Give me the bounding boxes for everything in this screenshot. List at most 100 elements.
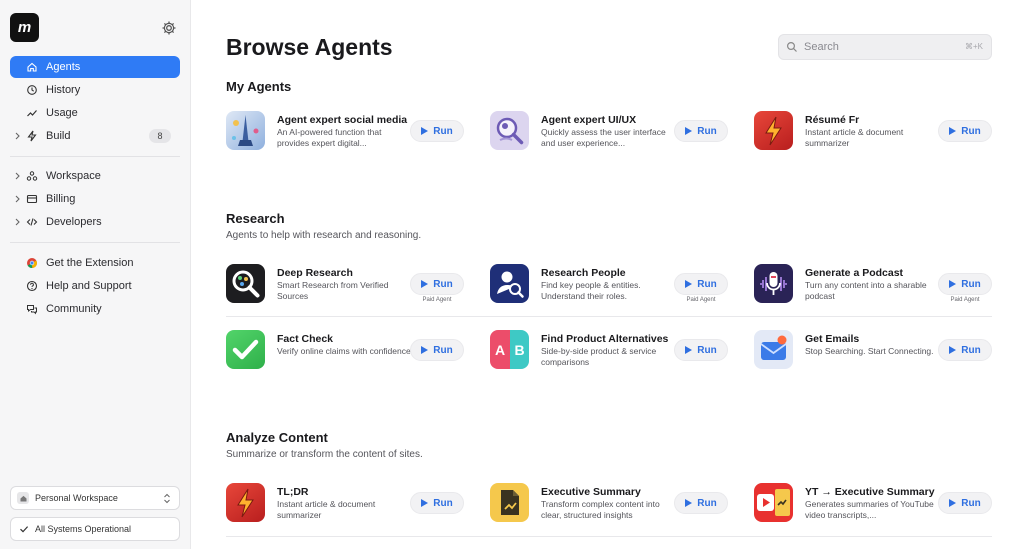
eiffel-tower-icon	[226, 111, 265, 150]
agent-card-podcast[interactable]: Generate a Podcast Turn any content into…	[754, 264, 992, 306]
run-label: Run	[697, 278, 717, 290]
play-icon	[685, 280, 693, 288]
play-icon	[949, 127, 957, 135]
sidebar-item-label: Build	[46, 130, 71, 142]
agent-card-emails[interactable]: Get Emails Stop Searching. Start Connect…	[754, 330, 992, 372]
house-icon	[17, 492, 29, 504]
person-search-icon	[490, 264, 529, 303]
agent-card-deep-research[interactable]: Deep Research Smart Research from Verifi…	[226, 264, 464, 306]
sidebar-item-build[interactable]: Build 8	[10, 125, 180, 147]
run-button[interactable]: Run	[674, 339, 728, 361]
youtube-document-icon	[754, 483, 793, 522]
agent-card-tldr[interactable]: TL;DR Instant article & document summari…	[226, 483, 464, 525]
app-logo[interactable]: m	[10, 13, 39, 42]
run-button[interactable]: Run	[410, 273, 464, 295]
agent-description: Turn any content into a sharable podcast	[805, 280, 927, 301]
people-icon	[26, 170, 38, 182]
search-input[interactable]: Search ⌘+K	[778, 34, 992, 60]
chevron-right-icon[interactable]	[13, 170, 23, 182]
agent-name: Agent expert social media	[277, 114, 408, 126]
paid-agent-label: Paid Agent	[950, 297, 980, 303]
run-label: Run	[433, 278, 453, 290]
sidebar-item-extension[interactable]: Get the Extension	[10, 252, 180, 274]
workspace-select[interactable]: Personal Workspace	[10, 486, 180, 510]
home-icon	[26, 61, 38, 73]
run-label: Run	[433, 344, 453, 356]
sidebar-item-label: Developers	[46, 216, 102, 228]
agent-description: Smart Research from Verified Sources	[277, 280, 389, 301]
agent-card-fact-check[interactable]: Fact Check Verify online claims with con…	[226, 330, 464, 372]
search-shortcut: ⌘+K	[964, 42, 983, 51]
run-button[interactable]: Run	[410, 339, 464, 361]
play-icon	[949, 280, 957, 288]
search-placeholder: Search	[804, 41, 839, 53]
section-title-analyze: Analyze Content	[226, 430, 328, 445]
code-icon	[26, 216, 38, 228]
run-button[interactable]: Run	[674, 492, 728, 514]
run-button[interactable]: Run	[674, 273, 728, 295]
sidebar-item-usage[interactable]: Usage	[10, 102, 180, 124]
agent-name: Executive Summary	[541, 486, 641, 498]
chevron-right-icon[interactable]	[13, 193, 23, 205]
run-button[interactable]: Run	[938, 339, 992, 361]
run-label: Run	[961, 278, 981, 290]
agent-card-uiux[interactable]: Agent expert UI/UX Quickly assess the us…	[490, 111, 728, 153]
play-icon	[421, 280, 429, 288]
sidebar-item-label: Get the Extension	[46, 257, 134, 269]
agent-description: Find key people & entities. Understand t…	[541, 280, 641, 301]
bolt-icon	[26, 130, 38, 142]
system-status[interactable]: All Systems Operational	[10, 517, 180, 541]
card-icon	[26, 193, 38, 205]
sidebar-item-developers[interactable]: Developers	[10, 211, 180, 233]
agent-card-exec-summary[interactable]: Executive Summary Transform complex cont…	[490, 483, 728, 525]
play-icon	[685, 499, 693, 507]
sidebar-item-agents[interactable]: Agents	[10, 56, 180, 78]
play-icon	[685, 127, 693, 135]
sidebar-item-help[interactable]: Help and Support	[10, 275, 180, 297]
research-magnifier-icon	[226, 264, 265, 303]
run-button[interactable]: Run	[938, 120, 992, 142]
agent-description: Generates summaries of YouTube video tra…	[805, 499, 934, 520]
sidebar-item-history[interactable]: History	[10, 79, 180, 101]
agent-card-yt-summary[interactable]: YT → Executive Summary Generates summari…	[754, 483, 992, 525]
chevron-right-icon[interactable]	[13, 216, 23, 228]
run-button[interactable]: Run	[410, 492, 464, 514]
agent-name: Get Emails	[805, 333, 860, 345]
section-title-research: Research	[226, 211, 285, 226]
play-icon	[685, 346, 693, 354]
chat-icon	[26, 303, 38, 315]
gear-icon[interactable]	[161, 20, 177, 36]
row-divider	[226, 316, 992, 317]
sidebar-item-billing[interactable]: Billing	[10, 188, 180, 210]
agent-card-alternatives[interactable]: A B Find Product Alternatives Side-by-si…	[490, 330, 728, 372]
run-button[interactable]: Run	[938, 273, 992, 295]
sidebar-item-label: Billing	[46, 193, 76, 205]
run-button[interactable]: Run	[410, 120, 464, 142]
run-button[interactable]: Run	[674, 120, 728, 142]
sidebar-item-workspace[interactable]: Workspace	[10, 165, 180, 187]
sidebar-item-community[interactable]: Community	[10, 298, 180, 320]
sidebar-item-label: Help and Support	[46, 280, 132, 292]
agent-description: Quickly assess the user interface and us…	[541, 127, 666, 148]
agent-name: Fact Check	[277, 333, 334, 345]
run-button[interactable]: Run	[938, 492, 992, 514]
play-icon	[949, 499, 957, 507]
sidebar-item-label: Usage	[46, 107, 78, 119]
agent-description: An AI-powered function that provides exp…	[277, 127, 382, 148]
agent-card-research-people[interactable]: Research People Find key people & entiti…	[490, 264, 728, 306]
agent-name: Agent expert UI/UX	[541, 114, 637, 126]
agent-card-resume[interactable]: Résumé Fr Instant article & document sum…	[754, 111, 992, 153]
trend-icon	[26, 107, 38, 119]
agent-card-social[interactable]: Agent expert social media An AI-powered …	[226, 111, 464, 153]
play-icon	[949, 346, 957, 354]
run-label: Run	[433, 125, 453, 137]
checkmark-icon	[226, 330, 265, 369]
agent-name: Résumé Fr	[805, 114, 860, 126]
run-label: Run	[697, 344, 717, 356]
row-divider	[226, 536, 992, 537]
paid-agent-label: Paid Agent	[422, 297, 452, 303]
lightning-icon	[754, 111, 793, 150]
agent-name: Generate a Podcast	[805, 267, 904, 279]
chevron-right-icon[interactable]	[13, 130, 23, 142]
section-title-my-agents: My Agents	[226, 79, 292, 94]
